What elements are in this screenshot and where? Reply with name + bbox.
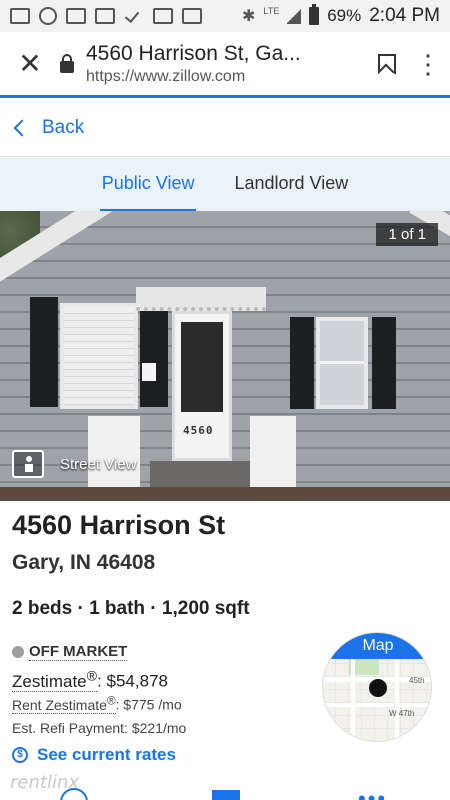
calendar-icon [153, 8, 173, 24]
shutter [372, 317, 396, 409]
dollar-icon: $ [12, 747, 28, 763]
map-road [323, 703, 431, 707]
listing-photo[interactable]: 4560 1 of 1 Street View [0, 211, 450, 501]
window-left [60, 303, 138, 409]
notification-icons [10, 7, 202, 25]
view-tabs: Public View Landlord View [0, 158, 450, 212]
house-number: 4560 [183, 424, 214, 437]
refi-payment: Est. Refi Payment: $221/mo [12, 720, 187, 736]
ground [0, 487, 450, 501]
street-view-button[interactable]: Street View [12, 450, 136, 478]
zestimate-label[interactable]: Zestimate® [12, 668, 98, 692]
overflow-menu-icon[interactable]: ⋮ [406, 51, 450, 77]
network-type: LTE [263, 6, 280, 16]
close-icon[interactable]: ✕ [0, 47, 60, 80]
url-display[interactable]: 4560 Harrison St, Ga... https://www.zill… [86, 42, 366, 86]
map-street-label: W 47th [389, 709, 415, 718]
browser-url-bar: ✕ 4560 Harrison St, Ga... https://www.zi… [0, 32, 450, 98]
status-bar: ✱ LTE 69% 2:04 PM [0, 0, 450, 32]
shutter [290, 317, 314, 409]
bookmark-icon[interactable] [366, 44, 406, 84]
zestimate: Zestimate®: $54,878 [12, 668, 168, 692]
chevron-left-icon [13, 119, 31, 136]
rent-zestimate: Rent Zestimate®: $775 /mo [12, 694, 182, 714]
more-icon[interactable]: ••• [358, 786, 387, 800]
map-label: Map [323, 633, 431, 659]
gmail-icon [10, 8, 30, 24]
see-current-rates-link[interactable]: $ See current rates [12, 745, 176, 765]
rent-zestimate-value: : $775 /mo [115, 696, 182, 713]
bluetooth-icon: ✱ [241, 8, 256, 25]
shutter [140, 297, 168, 407]
lock-icon [60, 53, 74, 73]
registered-mark: ® [86, 668, 98, 684]
page-url: https://www.zillow.com [86, 67, 246, 85]
rent-zestimate-label[interactable]: Rent Zestimate® [12, 694, 116, 714]
tab-landlord-view[interactable]: Landlord View [232, 158, 350, 212]
tab-public-view[interactable]: Public View [99, 158, 197, 212]
map-street-label: 45th [409, 676, 425, 685]
registered-mark: ® [106, 694, 116, 707]
check-icon [124, 8, 144, 24]
image-icon [182, 8, 202, 24]
street-view-label: Street View [60, 455, 137, 473]
location-pin-icon [369, 679, 387, 697]
window-right [316, 317, 368, 409]
market-status[interactable]: OFF MARKET [12, 643, 128, 661]
listing-header: 4560 Harrison St Gary, IN 46408 2 beds ·… [12, 510, 438, 620]
system-status: ✱ LTE 69% 2:04 PM [241, 4, 440, 27]
zestimate-label-text: Zestimate [12, 671, 87, 691]
property-facts: 2 beds · 1 bath · 1,200 sqft [12, 598, 250, 619]
status-dot-icon [12, 646, 24, 658]
battery-percent: 69% [327, 6, 362, 25]
mailbox [142, 363, 156, 381]
chrome-icon [39, 7, 57, 25]
battery-icon [309, 4, 320, 25]
rent-zestimate-label-text: Rent Zestimate [12, 696, 107, 713]
back-button[interactable]: Back [0, 99, 450, 157]
status-label: OFF MARKET [29, 643, 128, 661]
page-title: 4560 Harrison St, Ga... [86, 41, 301, 65]
photo-counter: 1 of 1 [376, 223, 438, 246]
door-awning [136, 287, 266, 311]
shutter [30, 297, 58, 407]
map-thumbnail[interactable]: Map 45th W 47th [322, 632, 432, 742]
amazon-icon [66, 8, 86, 24]
door-glass [181, 322, 223, 412]
address-line-2: Gary, IN 46408 [12, 551, 156, 574]
zestimate-value: : $54,878 [97, 671, 168, 691]
news-icon [95, 8, 115, 24]
back-label: Back [42, 116, 85, 138]
rates-link-label: See current rates [37, 745, 176, 764]
bottom-nav: rentlinx ••• [0, 772, 450, 800]
mail-icon[interactable] [212, 790, 240, 800]
street-view-icon [12, 450, 44, 478]
clock: 2:04 PM [369, 5, 440, 26]
front-door: 4560 [172, 311, 232, 461]
address-line-1: 4560 Harrison St [12, 510, 226, 540]
signal-icon [287, 8, 302, 24]
